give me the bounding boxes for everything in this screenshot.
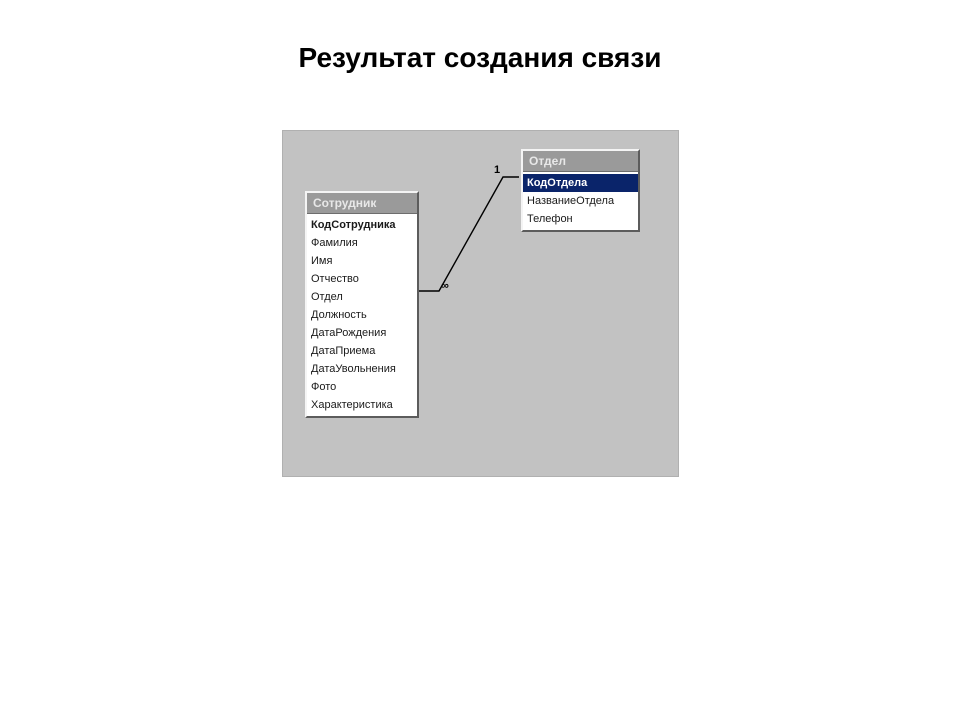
relation-many-label: ∞	[441, 280, 449, 292]
page-title: Результат создания связи	[0, 42, 960, 74]
relationships-canvas[interactable]: Сотрудник КодСотрудника Фамилия Имя Отче…	[282, 130, 679, 477]
relationship-line[interactable]	[283, 131, 678, 476]
relation-one-label: 1	[494, 164, 500, 176]
